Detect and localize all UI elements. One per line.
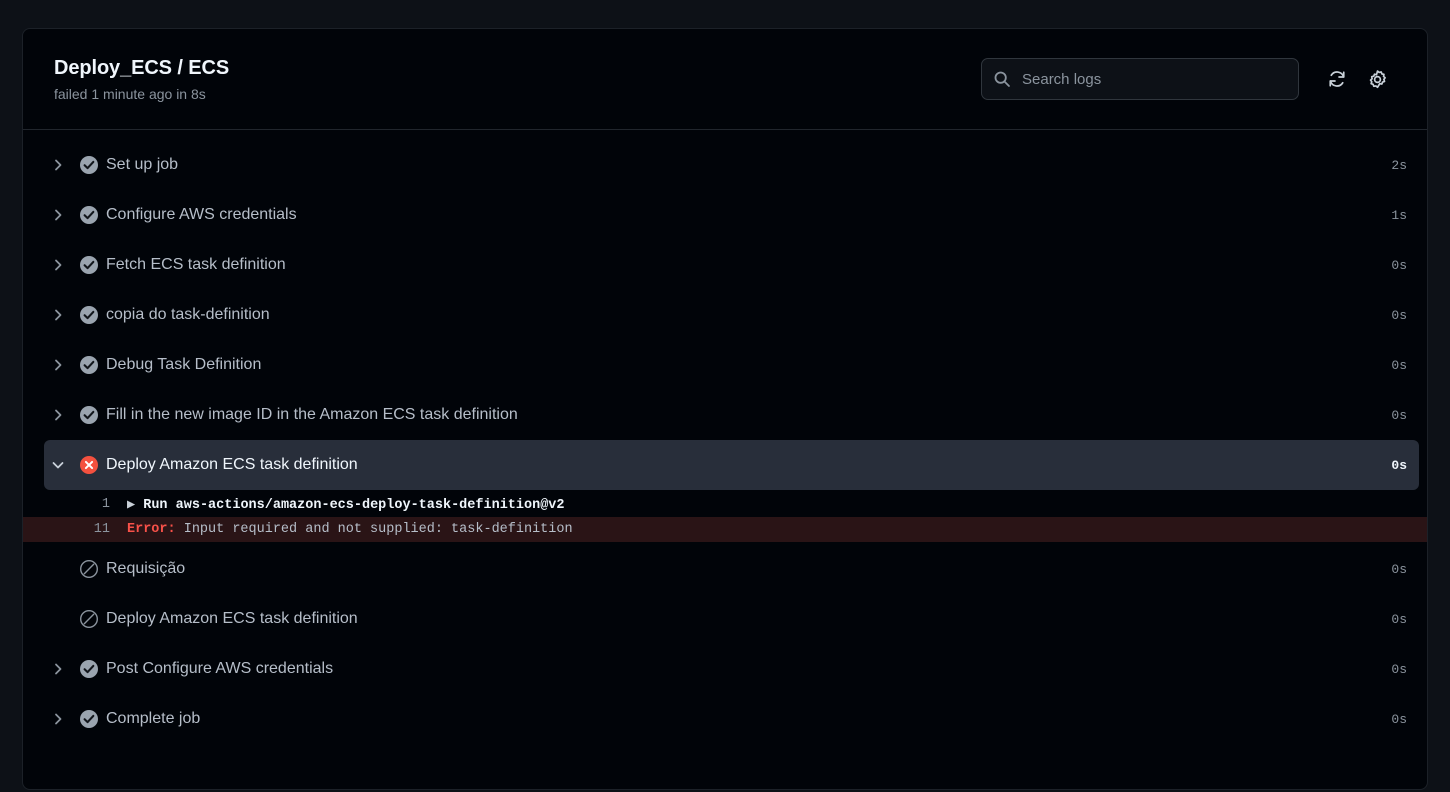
chevron-right-icon[interactable] (44, 157, 72, 173)
step-row[interactable]: Complete job 0s (44, 694, 1419, 744)
step-name: Requisição (106, 560, 186, 577)
search-input[interactable] (1011, 59, 1298, 99)
step-name: Set up job (106, 156, 179, 173)
step-duration: 1s (1391, 207, 1407, 223)
log-expand-triangle-icon[interactable]: ▶ (127, 498, 143, 513)
log-line-error: 11 Error: Input required and not supplied… (23, 517, 1427, 542)
success-check-icon (72, 305, 106, 325)
step-duration: 0s (1391, 407, 1407, 423)
error-label: Error: (127, 522, 184, 537)
step-row[interactable]: Deploy Amazon ECS task definition 0s (44, 594, 1419, 644)
step-row[interactable]: Requisição 0s (44, 544, 1419, 594)
steps-list: Set up job 2s Configure AWS credentials 1s F… (23, 130, 1427, 744)
success-check-icon (72, 405, 106, 425)
step-row[interactable]: Fetch ECS task definition 0s (44, 240, 1419, 290)
chevron-down-icon[interactable] (44, 457, 72, 473)
log-line-text: ▶ Run aws-actions/amazon-ecs-deploy-task… (127, 496, 1427, 513)
search-icon (993, 70, 1011, 88)
skipped-icon (72, 559, 106, 579)
gear-icon (1367, 69, 1388, 90)
success-check-icon (72, 709, 106, 729)
page-title: Deploy_ECS / ECS (54, 56, 230, 79)
log-action-reference: aws-actions/amazon-ecs-deploy-task-defin… (175, 498, 565, 513)
chevron-right-icon[interactable] (44, 711, 72, 727)
skipped-icon (72, 609, 106, 629)
job-log-card: Deploy_ECS / ECS failed 1 minute ago in … (22, 28, 1428, 790)
step-row[interactable]: Configure AWS credentials 1s (44, 190, 1419, 240)
step-name: Deploy Amazon ECS task definition (106, 610, 358, 627)
step-name: Deploy Amazon ECS task definition (106, 456, 358, 473)
log-line-text: Error: Input required and not supplied: … (127, 522, 1427, 537)
step-duration: 0s (1391, 457, 1407, 473)
failure-x-icon (72, 455, 106, 475)
success-check-icon (72, 255, 106, 275)
step-name: Debug Task Definition (106, 356, 262, 373)
step-duration: 0s (1391, 561, 1407, 577)
success-check-icon (72, 659, 106, 679)
log-header: Deploy_ECS / ECS failed 1 minute ago in … (23, 29, 1427, 130)
workflow-log-page: Deploy_ECS / ECS failed 1 minute ago in … (0, 0, 1450, 792)
step-name: Configure AWS credentials (106, 206, 297, 223)
job-status-text: failed 1 minute ago in 8s (54, 85, 206, 102)
step-row[interactable]: Debug Task Definition 0s (44, 340, 1419, 390)
log-line: 1 ▶ Run aws-actions/amazon-ecs-deploy-tas… (23, 492, 1427, 517)
step-duration: 0s (1391, 611, 1407, 627)
header-title-group: Deploy_ECS / ECS failed 1 minute ago in … (54, 55, 229, 104)
chevron-right-icon[interactable] (44, 407, 72, 423)
settings-button[interactable] (1357, 59, 1397, 99)
step-duration: 0s (1391, 307, 1407, 323)
refresh-button[interactable] (1317, 59, 1357, 99)
success-check-icon (72, 205, 106, 225)
step-row[interactable]: Deploy Amazon ECS task definition 0s (44, 440, 1419, 490)
step-duration: 0s (1391, 257, 1407, 273)
log-line-number: 1 (101, 497, 110, 512)
chevron-right-icon[interactable] (44, 207, 72, 223)
step-duration: 0s (1391, 357, 1407, 373)
step-name: Post Configure AWS credentials (106, 660, 334, 677)
chevron-right-icon[interactable] (44, 357, 72, 373)
refresh-icon (1327, 69, 1347, 89)
error-message: Input required and not supplied: task-de… (183, 522, 573, 537)
log-line-number: 11 (93, 522, 110, 537)
log-output: 1 ▶ Run aws-actions/amazon-ecs-deploy-tas… (23, 492, 1427, 542)
step-name: Fill in the new image ID in the Amazon E… (106, 406, 518, 423)
search-logs-box[interactable] (981, 58, 1299, 100)
chevron-right-icon[interactable] (44, 257, 72, 273)
step-duration: 2s (1391, 157, 1407, 173)
chevron-right-icon[interactable] (44, 661, 72, 677)
step-row[interactable]: Set up job 2s (44, 140, 1419, 190)
step-row[interactable]: Fill in the new image ID in the Amazon E… (44, 390, 1419, 440)
step-duration: 0s (1391, 661, 1407, 677)
success-check-icon (72, 355, 106, 375)
chevron-right-icon[interactable] (44, 307, 72, 323)
log-run-keyword: Run (143, 498, 176, 513)
step-row[interactable]: Post Configure AWS credentials 0s (44, 644, 1419, 694)
header-actions (981, 58, 1397, 100)
step-name: Complete job (106, 710, 201, 727)
step-row[interactable]: copia do task-definition 0s (44, 290, 1419, 340)
step-name: copia do task-definition (106, 306, 270, 323)
success-check-icon (72, 155, 106, 175)
step-name: Fetch ECS task definition (106, 256, 286, 273)
step-duration: 0s (1391, 711, 1407, 727)
